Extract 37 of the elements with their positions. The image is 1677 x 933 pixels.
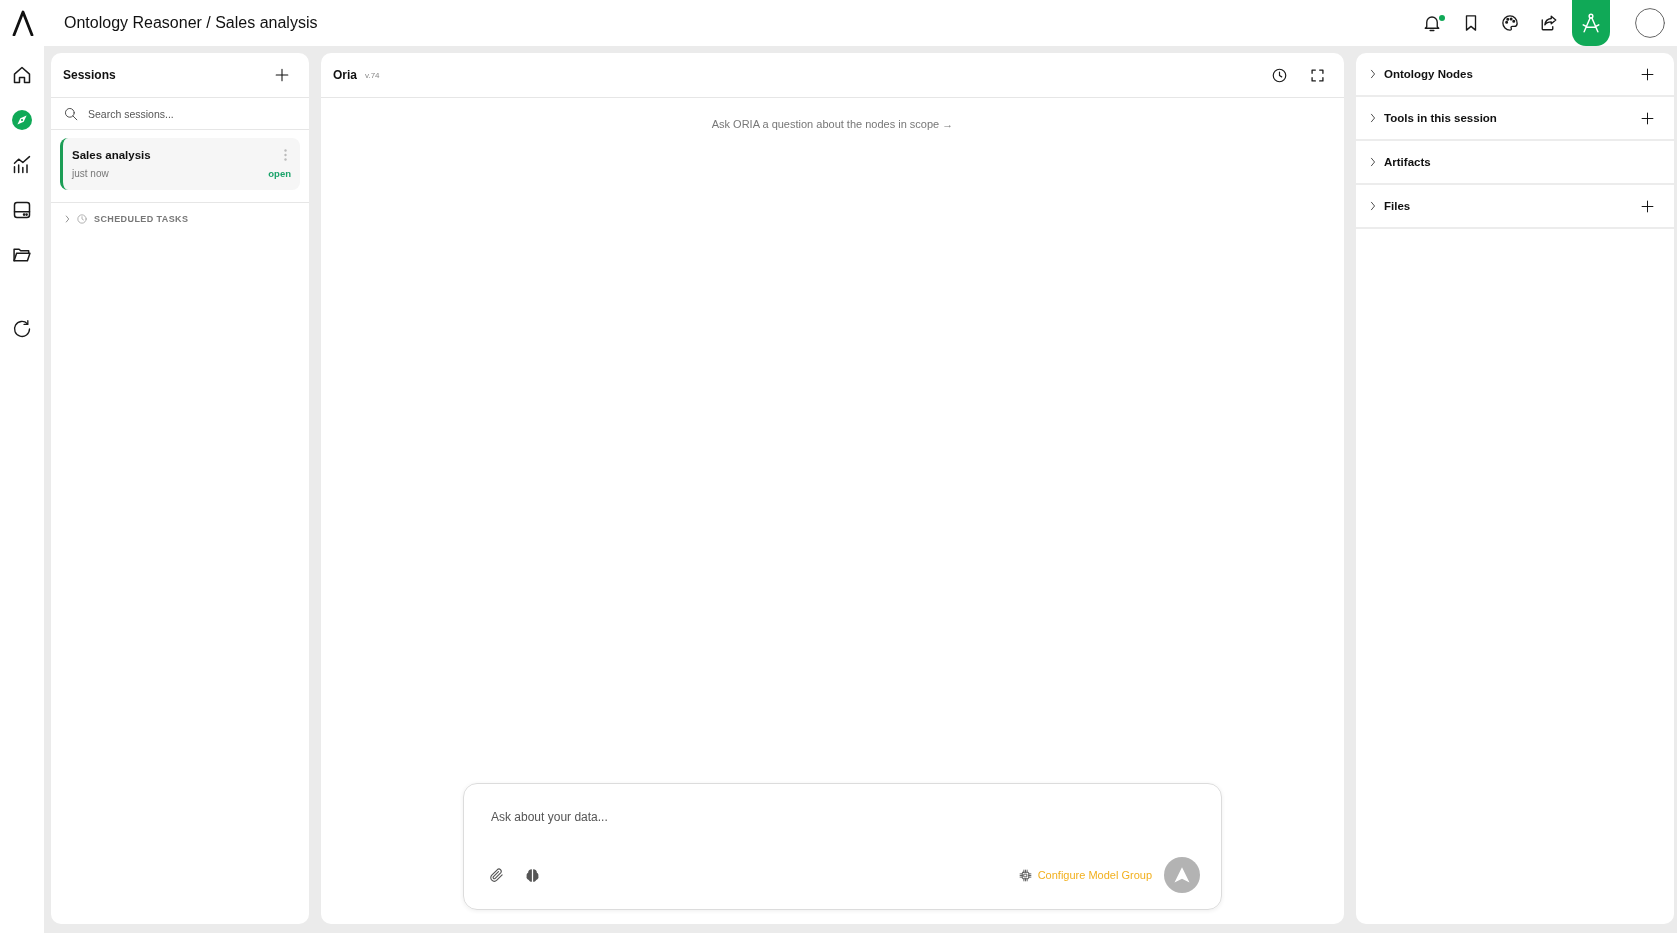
logo-icon	[12, 10, 34, 36]
session-status: open	[268, 168, 291, 179]
share-icon	[1540, 14, 1558, 32]
hint-text: Ask ORIA a question about the nodes in scope →	[711, 118, 954, 130]
search-field[interactable]: Search sessions...	[88, 103, 296, 124]
session-time: just now	[72, 168, 110, 179]
message-input[interactable]: Ask about your data...	[482, 806, 1200, 828]
section-toggle[interactable]: Tools in this session	[1370, 104, 1497, 132]
more-icon	[283, 148, 287, 161]
plus-icon	[1640, 199, 1654, 213]
plus-icon	[275, 68, 289, 82]
fullscreen-icon	[1310, 68, 1324, 82]
bell-icon	[1423, 14, 1441, 32]
plus-icon	[1640, 67, 1654, 81]
clock-icon	[1271, 67, 1287, 83]
session-card[interactable]: Sales analysis just now open	[60, 138, 300, 190]
scheduled-tasks-toggle[interactable]: SCHEDULED TASKS	[51, 203, 201, 235]
section-toggle[interactable]: Ontology Nodes	[1370, 60, 1473, 88]
search-icon	[64, 106, 78, 121]
section-toggle[interactable]: Files	[1370, 192, 1411, 220]
clock-icon	[77, 214, 87, 224]
breadcrumb-title: Ontology Reasoner / Sales analysis	[64, 14, 318, 32]
plus-icon	[1640, 111, 1654, 125]
version-label: v.74	[365, 70, 380, 80]
chip-icon	[1018, 868, 1032, 882]
mode-toggle-button[interactable]	[1572, 0, 1610, 46]
paperclip-icon	[488, 867, 504, 883]
section-toggle[interactable]: Artifacts	[1370, 148, 1431, 176]
panel-title: Oria	[333, 68, 357, 82]
avatar-icon[interactable]	[1635, 8, 1665, 38]
panel-title: Sessions	[63, 68, 116, 82]
arrowhead-icon	[1173, 866, 1191, 884]
refresh-icon	[12, 319, 32, 339]
palette-icon	[1501, 14, 1519, 32]
session-title: Sales analysis	[72, 148, 152, 161]
brain-icon	[524, 867, 540, 883]
drafting-compass-icon	[1580, 12, 1602, 34]
